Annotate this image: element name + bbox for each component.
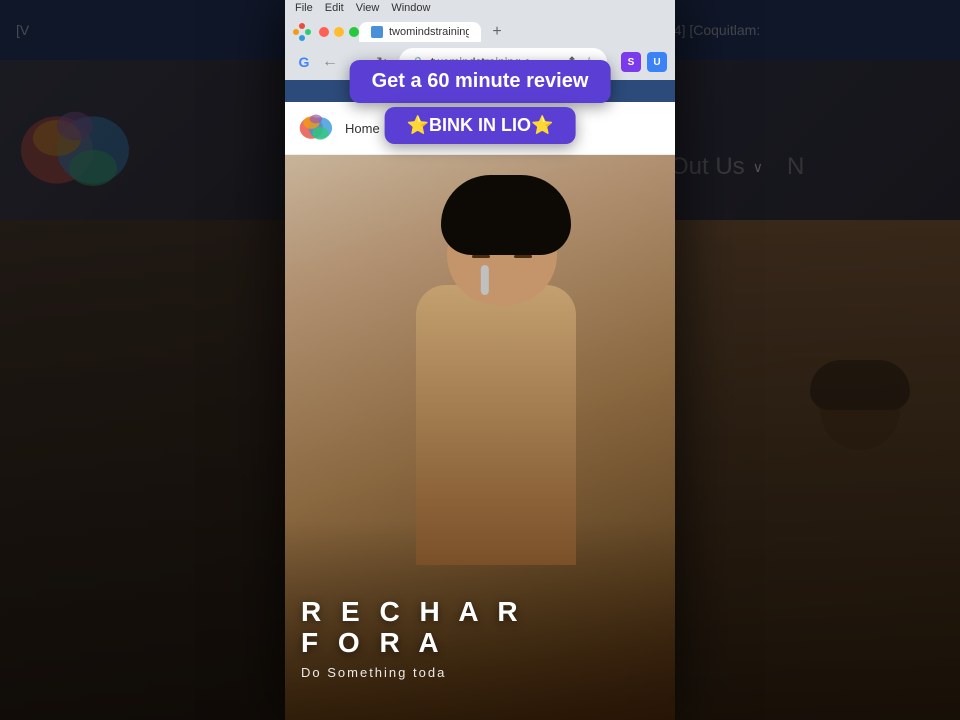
dot-red[interactable]	[319, 27, 329, 37]
bg-left-bottom	[0, 220, 310, 720]
browser-extensions: S U	[621, 52, 667, 72]
bg-right-aboutus-text: Out Us	[670, 153, 745, 181]
extension-blue[interactable]: U	[647, 52, 667, 72]
bg-right-header: 34] [Coquitlam:	[650, 0, 960, 60]
main-scene: [V 34] [Coquitlam: Out Us ∨ N	[0, 0, 960, 720]
overlay-banners: Get a 60 minute review ⭐BINK IN LIO⭐	[350, 60, 611, 144]
bg-right-aboutus: Out Us ∨ N	[650, 145, 960, 189]
person-hair	[441, 175, 571, 255]
new-tab-button[interactable]: +	[485, 20, 509, 44]
hero-subtitle: Do Something toda	[301, 665, 659, 680]
review-banner: Get a 60 minute review	[350, 60, 611, 103]
person-body	[416, 285, 576, 565]
website-content: [Vancouver: 604-265-7034] [Coquitlam: 60…	[285, 80, 675, 720]
bg-left-header: [V	[0, 0, 310, 60]
menu-item-file[interactable]: File	[295, 2, 313, 14]
site-logo	[297, 110, 333, 146]
browser-menu-bar: File Edit View Window	[285, 0, 675, 16]
hero-title: R E C H A R F O R A	[301, 597, 659, 659]
menu-item-window[interactable]: Window	[391, 2, 430, 14]
person-eye-right	[514, 255, 532, 258]
menu-item-view[interactable]: View	[356, 2, 380, 14]
back-button[interactable]: G	[293, 51, 315, 73]
tab-label: twomindstraining.c...	[389, 26, 469, 38]
hero-title-line2: F O R A	[301, 628, 659, 659]
bg-left-brain	[15, 100, 135, 200]
hero-title-line1: R E C H A R	[301, 597, 659, 628]
person-earphone	[481, 265, 489, 295]
tab-bar: twomindstraining.c... +	[285, 16, 675, 44]
browser-app-icon	[293, 23, 311, 41]
tab-favicon	[371, 26, 383, 38]
nav-back-button[interactable]: ←	[319, 51, 341, 73]
bg-right-header-text: 34] [Coquitlam:	[666, 22, 760, 38]
dot-yellow[interactable]	[334, 27, 344, 37]
bg-right-person	[780, 370, 940, 670]
hero-section: R E C H A R F O R A Do Something toda	[285, 155, 675, 720]
hero-text-overlay: R E C H A R F O R A Do Something toda	[301, 597, 659, 680]
person-eye-left	[472, 255, 490, 258]
bg-right-nav-next: N	[787, 153, 804, 181]
bg-left-panel: [V	[0, 0, 310, 720]
site-brain-logo	[297, 110, 333, 146]
extension-purple[interactable]: S	[621, 52, 641, 72]
bg-right-panel: 34] [Coquitlam: Out Us ∨ N	[650, 0, 960, 720]
bg-right-dropdown-arrow: ∨	[753, 159, 763, 176]
traffic-lights	[319, 27, 359, 37]
menu-item-edit[interactable]: Edit	[325, 2, 344, 14]
dot-green[interactable]	[349, 27, 359, 37]
bg-left-header-text: [V	[16, 22, 29, 38]
browser-tab-active[interactable]: twomindstraining.c...	[359, 22, 481, 42]
link-banner: ⭐BINK IN LIO⭐	[385, 107, 576, 144]
